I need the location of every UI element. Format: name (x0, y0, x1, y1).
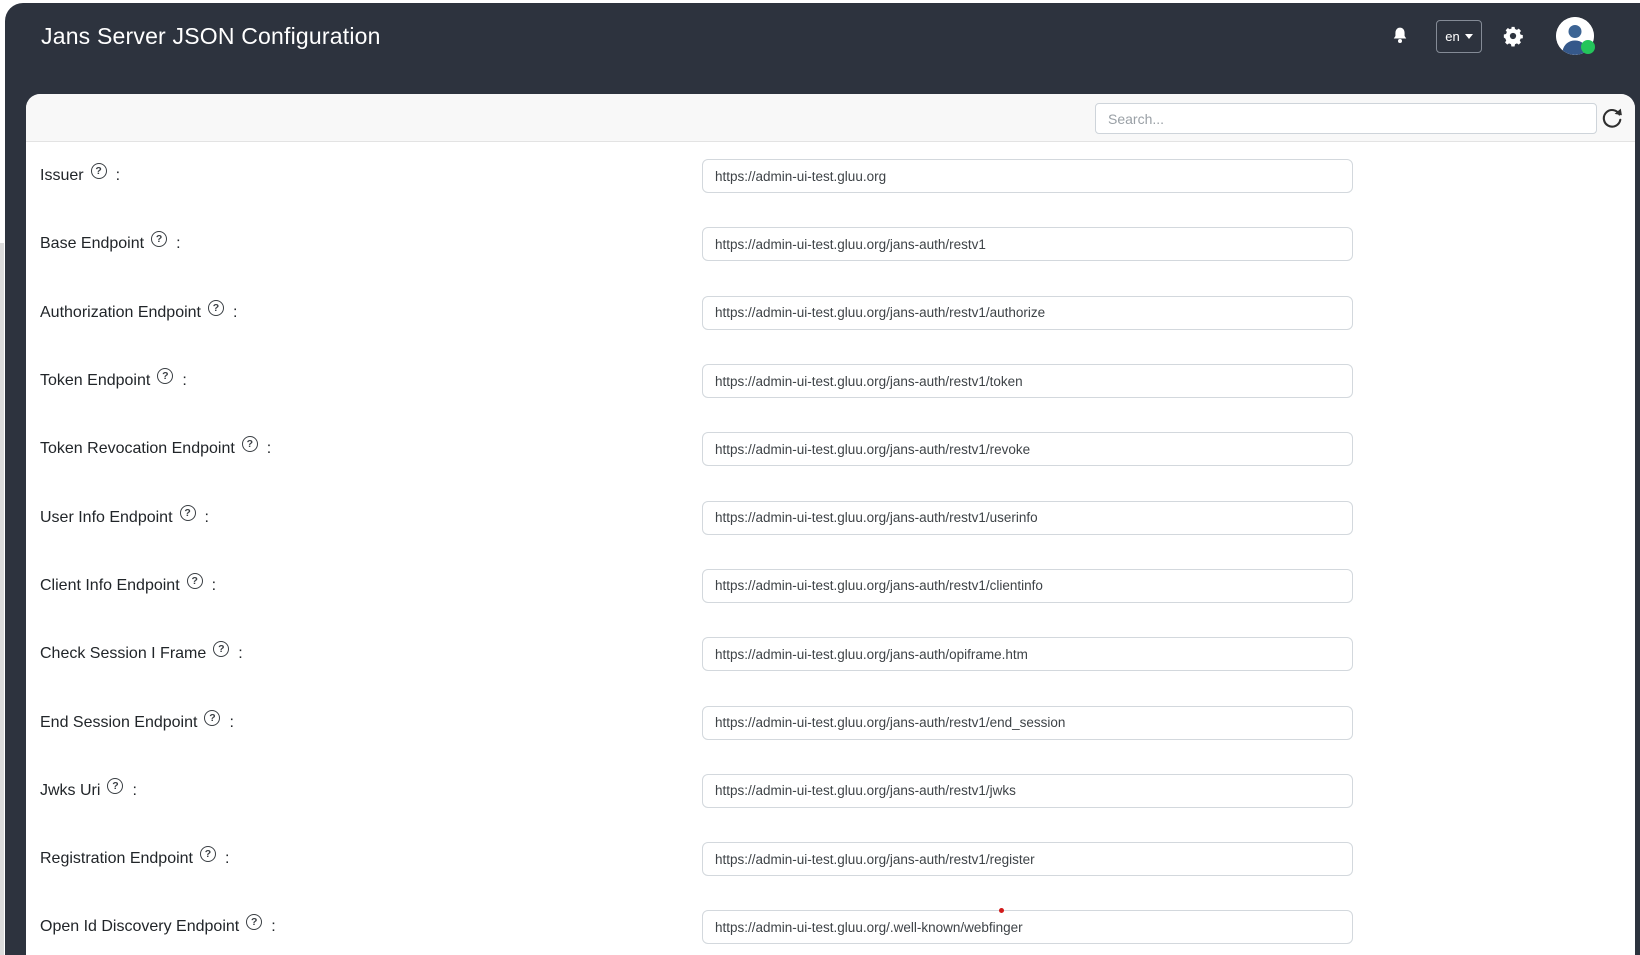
field-label-text: Token Endpoint (40, 372, 150, 390)
field-input[interactable] (702, 364, 1353, 398)
field-input[interactable] (702, 842, 1353, 876)
field-label-text: Registration Endpoint (40, 850, 193, 868)
label-colon: : (116, 167, 120, 185)
config-field-row: Registration Endpoint ? : (26, 825, 1635, 893)
field-label-text: Open Id Discovery Endpoint (40, 918, 239, 936)
field-input[interactable] (702, 432, 1353, 466)
help-icon[interactable]: ? (213, 641, 229, 657)
label-colon: : (225, 850, 229, 868)
json-config-form: Issuer ? : Base Endpoint ? : Authorizati… (26, 142, 1635, 955)
help-icon[interactable]: ? (200, 846, 216, 862)
field-label: Token Revocation Endpoint ? : (26, 440, 271, 458)
help-icon[interactable]: ? (246, 914, 262, 930)
refresh-button[interactable] (1600, 107, 1624, 131)
label-colon: : (271, 918, 275, 936)
field-label: Token Endpoint ? : (26, 372, 187, 390)
content-panel: Issuer ? : Base Endpoint ? : Authorizati… (26, 94, 1635, 955)
help-icon[interactable]: ? (157, 368, 173, 384)
field-label-text: Token Revocation Endpoint (40, 440, 235, 458)
help-icon[interactable]: ? (151, 231, 167, 247)
online-status-dot (1581, 40, 1595, 54)
config-field-row: Authorization Endpoint ? : (26, 279, 1635, 347)
config-field-row: Base Endpoint ? : (26, 210, 1635, 278)
search-input[interactable] (1095, 103, 1597, 134)
field-input[interactable] (702, 910, 1353, 944)
field-input[interactable] (702, 501, 1353, 535)
help-icon[interactable]: ? (204, 710, 220, 726)
user-menu-button[interactable] (1556, 17, 1594, 55)
config-field-row: Issuer ? : (26, 142, 1635, 210)
field-input[interactable] (702, 159, 1353, 193)
label-colon: : (205, 509, 209, 527)
help-icon[interactable]: ? (107, 778, 123, 794)
field-label: Authorization Endpoint ? : (26, 304, 237, 322)
field-label-text: Issuer (40, 167, 84, 185)
field-label: Base Endpoint ? : (26, 235, 181, 253)
config-field-row: User Info Endpoint ? : (26, 483, 1635, 551)
field-label-text: Base Endpoint (40, 235, 144, 253)
field-input[interactable] (702, 569, 1353, 603)
refresh-icon (1600, 107, 1624, 131)
config-field-row: Token Endpoint ? : (26, 347, 1635, 415)
config-field-row: End Session Endpoint ? : (26, 688, 1635, 756)
label-colon: : (212, 577, 216, 595)
panel-toolbar (26, 94, 1635, 142)
config-field-row: Jwks Uri ? : (26, 757, 1635, 825)
field-label-text: End Session Endpoint (40, 714, 197, 732)
field-input[interactable] (702, 637, 1353, 671)
language-label: en (1445, 29, 1459, 44)
help-icon[interactable]: ? (242, 436, 258, 452)
label-colon: : (267, 440, 271, 458)
page-title: Jans Server JSON Configuration (41, 23, 381, 50)
field-input[interactable] (702, 706, 1353, 740)
help-icon[interactable]: ? (180, 505, 196, 521)
field-label: Jwks Uri ? : (26, 782, 137, 800)
app-shell: Jans Server JSON Configuration en (5, 3, 1640, 955)
help-icon[interactable]: ? (91, 163, 107, 179)
field-label-text: User Info Endpoint (40, 509, 173, 527)
notification-bell-button[interactable] (1390, 25, 1410, 47)
label-colon: : (176, 235, 180, 253)
window-edge-strip (0, 243, 4, 955)
field-input[interactable] (702, 227, 1353, 261)
config-field-row: Check Session I Frame ? : (26, 620, 1635, 688)
config-field-row: Token Revocation Endpoint ? : (26, 415, 1635, 483)
settings-button[interactable] (1502, 25, 1524, 47)
field-label: Check Session I Frame ? : (26, 645, 243, 663)
help-icon[interactable]: ? (187, 573, 203, 589)
field-label: User Info Endpoint ? : (26, 509, 209, 527)
field-label: Open Id Discovery Endpoint ? : (26, 918, 276, 936)
header-controls: en (1390, 17, 1594, 55)
field-label: Registration Endpoint ? : (26, 850, 229, 868)
label-colon: : (238, 645, 242, 663)
field-input[interactable] (702, 774, 1353, 808)
app-header: Jans Server JSON Configuration en (5, 3, 1640, 69)
bell-icon (1390, 25, 1410, 47)
field-label: Client Info Endpoint ? : (26, 577, 216, 595)
help-icon[interactable]: ? (208, 300, 224, 316)
field-label: Issuer ? : (26, 167, 120, 185)
config-field-row: Client Info Endpoint ? : (26, 552, 1635, 620)
red-marker-dot (999, 908, 1004, 913)
label-colon: : (132, 782, 136, 800)
gear-icon (1502, 25, 1524, 47)
config-field-row: Open Id Discovery Endpoint ? : (26, 893, 1635, 955)
field-label: End Session Endpoint ? : (26, 714, 234, 732)
field-label-text: Jwks Uri (40, 782, 100, 800)
label-colon: : (233, 304, 237, 322)
caret-down-icon (1465, 34, 1473, 39)
field-input[interactable] (702, 296, 1353, 330)
label-colon: : (229, 714, 233, 732)
language-selector[interactable]: en (1436, 20, 1482, 53)
field-label-text: Authorization Endpoint (40, 304, 201, 322)
field-label-text: Client Info Endpoint (40, 577, 180, 595)
label-colon: : (182, 372, 186, 390)
field-label-text: Check Session I Frame (40, 645, 206, 663)
